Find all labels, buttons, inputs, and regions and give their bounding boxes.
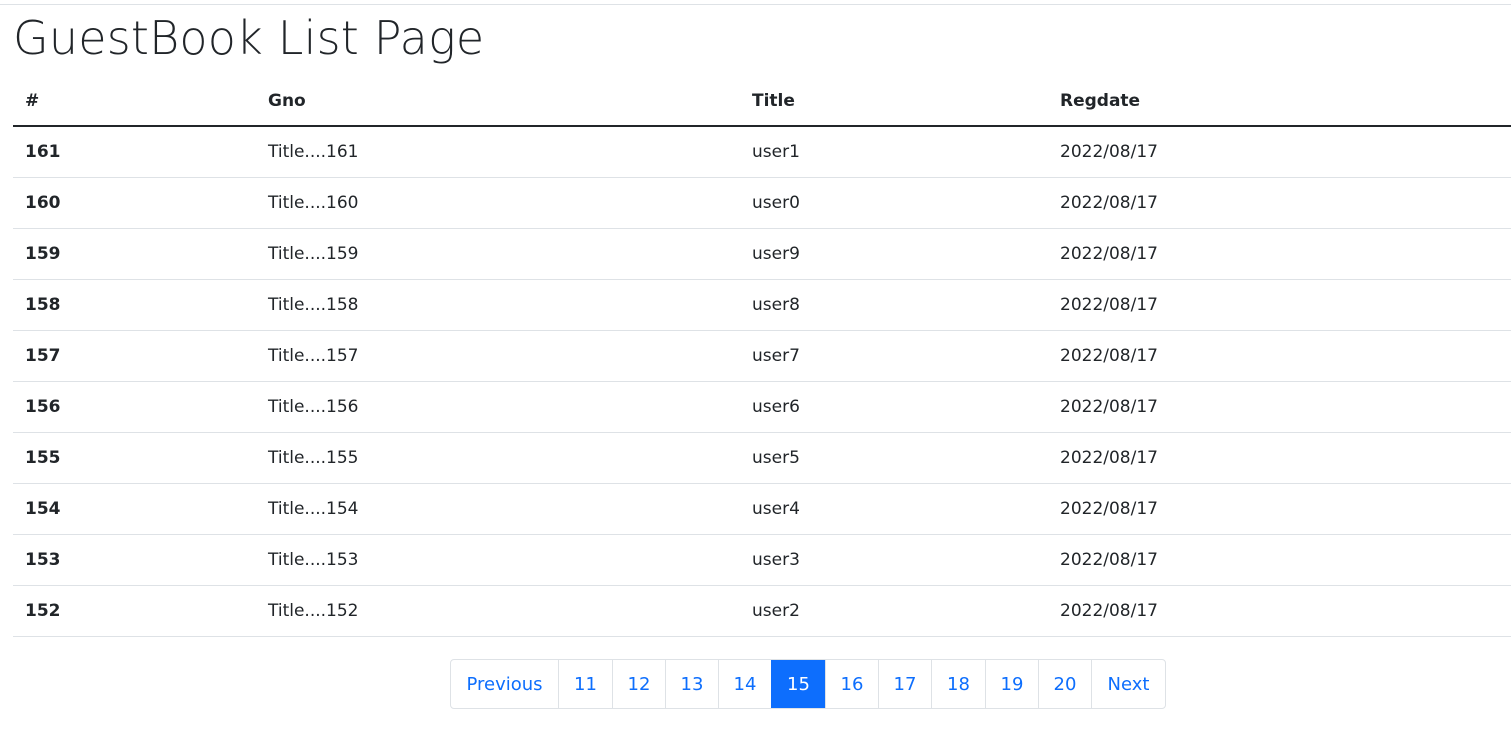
row-gno[interactable]: Title....159 <box>256 228 740 280</box>
table-row[interactable]: 153 Title....153 user3 2022/08/17 <box>13 534 1511 586</box>
row-title: user9 <box>740 228 1048 280</box>
header-regdate: Regdate <box>1048 76 1511 127</box>
row-title: user4 <box>740 483 1048 535</box>
top-divider <box>0 4 1511 5</box>
row-title: user6 <box>740 381 1048 433</box>
table-row[interactable]: 152 Title....152 user2 2022/08/17 <box>13 585 1511 637</box>
table-row[interactable]: 161 Title....161 user1 2022/08/17 <box>13 126 1511 178</box>
row-number: 152 <box>13 585 256 637</box>
table-row[interactable]: 159 Title....159 user9 2022/08/17 <box>13 228 1511 280</box>
table-row[interactable]: 157 Title....157 user7 2022/08/17 <box>13 330 1511 382</box>
row-gno[interactable]: Title....153 <box>256 534 740 586</box>
row-number: 155 <box>13 432 256 484</box>
guestbook-table: # Gno Title Regdate 161 Title....161 use… <box>13 76 1511 637</box>
page-link-20[interactable]: 20 <box>1038 660 1091 708</box>
table-row[interactable]: 154 Title....154 user4 2022/08/17 <box>13 483 1511 535</box>
table-row[interactable]: 155 Title....155 user5 2022/08/17 <box>13 432 1511 484</box>
page-link-14[interactable]: 14 <box>718 660 771 708</box>
row-regdate: 2022/08/17 <box>1048 585 1511 637</box>
page-title: GuestBook List Page <box>13 11 485 65</box>
row-gno[interactable]: Title....161 <box>256 126 740 178</box>
header-number: # <box>13 76 256 127</box>
row-gno[interactable]: Title....158 <box>256 279 740 331</box>
row-regdate: 2022/08/17 <box>1048 483 1511 535</box>
page-link-19[interactable]: 19 <box>985 660 1038 708</box>
row-gno[interactable]: Title....160 <box>256 177 740 229</box>
row-gno[interactable]: Title....152 <box>256 585 740 637</box>
page-link-16[interactable]: 16 <box>825 660 878 708</box>
row-number: 156 <box>13 381 256 433</box>
page-link-13[interactable]: 13 <box>665 660 718 708</box>
page-link-17[interactable]: 17 <box>878 660 931 708</box>
row-gno[interactable]: Title....154 <box>256 483 740 535</box>
row-title: user0 <box>740 177 1048 229</box>
table-row[interactable]: 158 Title....158 user8 2022/08/17 <box>13 279 1511 331</box>
row-regdate: 2022/08/17 <box>1048 228 1511 280</box>
row-regdate: 2022/08/17 <box>1048 279 1511 331</box>
row-title: user7 <box>740 330 1048 382</box>
row-number: 160 <box>13 177 256 229</box>
pagination: Previous 11 12 13 14 15 16 17 18 19 20 N… <box>450 659 1166 709</box>
previous-page-button[interactable]: Previous <box>451 660 558 708</box>
row-regdate: 2022/08/17 <box>1048 126 1511 178</box>
next-page-button[interactable]: Next <box>1091 660 1165 708</box>
page-link-11[interactable]: 11 <box>558 660 612 708</box>
header-gno: Gno <box>256 76 740 127</box>
row-number: 153 <box>13 534 256 586</box>
row-number: 161 <box>13 126 256 178</box>
row-number: 158 <box>13 279 256 331</box>
row-regdate: 2022/08/17 <box>1048 432 1511 484</box>
row-regdate: 2022/08/17 <box>1048 534 1511 586</box>
row-number: 159 <box>13 228 256 280</box>
row-title: user5 <box>740 432 1048 484</box>
row-regdate: 2022/08/17 <box>1048 381 1511 433</box>
page-link-18[interactable]: 18 <box>931 660 985 708</box>
row-title: user2 <box>740 585 1048 637</box>
table-row[interactable]: 160 Title....160 user0 2022/08/17 <box>13 177 1511 229</box>
table-header-row: # Gno Title Regdate <box>13 76 1511 127</box>
page-link-12[interactable]: 12 <box>612 660 665 708</box>
row-title: user8 <box>740 279 1048 331</box>
row-regdate: 2022/08/17 <box>1048 177 1511 229</box>
row-gno[interactable]: Title....155 <box>256 432 740 484</box>
page-link-15-active[interactable]: 15 <box>771 660 825 708</box>
row-title: user1 <box>740 126 1048 178</box>
row-gno[interactable]: Title....156 <box>256 381 740 433</box>
row-number: 154 <box>13 483 256 535</box>
header-title: Title <box>740 76 1048 127</box>
row-regdate: 2022/08/17 <box>1048 330 1511 382</box>
row-gno[interactable]: Title....157 <box>256 330 740 382</box>
row-title: user3 <box>740 534 1048 586</box>
table-row[interactable]: 156 Title....156 user6 2022/08/17 <box>13 381 1511 433</box>
row-number: 157 <box>13 330 256 382</box>
